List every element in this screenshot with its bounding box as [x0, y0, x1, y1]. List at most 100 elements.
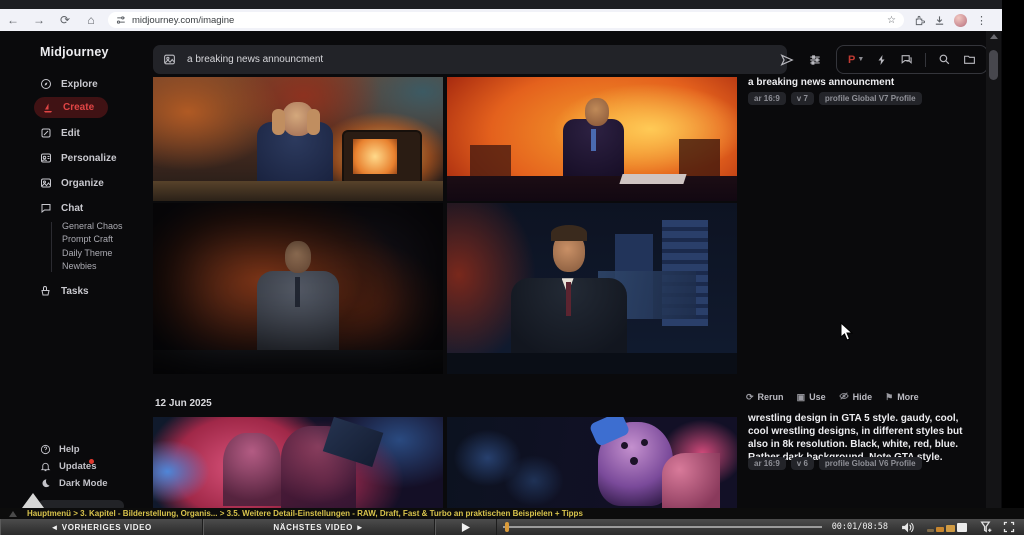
- more-flag-icon: ⚑: [885, 392, 893, 403]
- vignette: [153, 203, 443, 374]
- pencil-icon: [40, 127, 52, 139]
- hide-button[interactable]: Hide: [839, 391, 873, 403]
- submit-icon[interactable]: [780, 53, 794, 67]
- compass-icon: [40, 78, 52, 90]
- tie-shape: [591, 129, 596, 151]
- desk-shape: [447, 176, 737, 201]
- tag-version: v 7: [791, 92, 814, 105]
- wrestler-shape: [223, 433, 281, 506]
- settings-sliders-icon[interactable]: [808, 53, 822, 67]
- tasks-icon: [40, 285, 52, 297]
- sidebar-item-create[interactable]: Create: [34, 97, 108, 118]
- player-peek-arrow[interactable]: [22, 493, 44, 508]
- moon-icon: [40, 478, 51, 489]
- url-bar[interactable]: midjourney.com/imagine ☆: [108, 12, 904, 28]
- help-icon: [40, 444, 51, 455]
- app-logo[interactable]: Midjourney: [40, 45, 109, 59]
- sidebar-item-explore[interactable]: Explore: [40, 76, 98, 92]
- rerun-button[interactable]: ⟳ Rerun: [746, 392, 784, 403]
- shoulder-shape: [662, 453, 720, 508]
- burning-building-shape: [470, 145, 511, 180]
- seek-bar[interactable]: [497, 519, 825, 535]
- browser-window: ← → ⟳ ⌂ midjourney.com/imagine ☆ ⋮ Midjo: [0, 0, 1002, 508]
- volume-speaker-icon[interactable]: [896, 522, 919, 533]
- tie-shape: [566, 282, 571, 316]
- avatar[interactable]: [954, 14, 967, 27]
- divider: [925, 53, 926, 67]
- quick-tools-group: P ▼: [836, 45, 988, 74]
- prompt-input[interactable]: [185, 53, 777, 66]
- breadcrumb-arrow-icon: [9, 511, 17, 517]
- job-actions: ⟳ Rerun ▣ Use Hide ⚑ More: [746, 391, 919, 403]
- hand-shape: [272, 109, 285, 135]
- scrollbar-up-arrow[interactable]: [990, 34, 998, 39]
- tag-version: v 6: [791, 457, 814, 470]
- feedback-chat-icon[interactable]: [900, 53, 913, 66]
- gallery-icon: [40, 177, 52, 189]
- use-button[interactable]: ▣ Use: [797, 392, 826, 403]
- fullscreen-icon[interactable]: [998, 521, 1020, 533]
- tag-profile: profile Global V7 Profile: [819, 92, 922, 105]
- channel-newbies[interactable]: Newbies: [62, 261, 97, 271]
- breadcrumb-text: Hauptmenü > 3. Kapitel - Bilderstellung,…: [27, 509, 583, 518]
- more-button[interactable]: ⚑ More: [885, 392, 919, 403]
- sidebar-item-chat[interactable]: Chat: [40, 200, 83, 216]
- sidebar-item-edit[interactable]: Edit: [40, 125, 80, 141]
- page-scrollbar[interactable]: [986, 31, 1001, 508]
- chrome-menu-icon[interactable]: ⋮: [976, 14, 987, 27]
- feed-date-label: 12 Jun 2025: [155, 398, 212, 409]
- hide-eye-icon: [839, 391, 849, 403]
- chevron-down-icon: ▼: [857, 56, 864, 63]
- reload-icon[interactable]: ⟳: [52, 13, 78, 27]
- next-video-button[interactable]: NÄCHSTES VIDEO ►: [203, 519, 435, 535]
- burning-building-shape: [679, 139, 720, 179]
- scrollbar-thumb[interactable]: [989, 50, 998, 80]
- bookmark-star-icon[interactable]: ☆: [887, 15, 896, 26]
- sidebar-item-tasks[interactable]: Tasks: [40, 283, 89, 299]
- sidebar-item-dark-mode[interactable]: Dark Mode: [40, 478, 108, 489]
- player-controls: ◄ VORHERIGES VIDEO NÄCHSTES VIDEO ► 00:0…: [0, 519, 1024, 535]
- extensions-icon[interactable]: [914, 15, 925, 26]
- sidebar-item-personalize[interactable]: Personalize: [40, 150, 117, 166]
- home-icon[interactable]: ⌂: [78, 13, 104, 27]
- generated-image-dark-standing-anchor[interactable]: [153, 203, 443, 374]
- channel-tree-line: [51, 222, 52, 272]
- bell-icon: [40, 461, 51, 472]
- seek-playhead[interactable]: [505, 522, 509, 532]
- figure-head-shape: [585, 98, 609, 126]
- generated-image-wrestlers[interactable]: [153, 417, 443, 508]
- generated-image-fire-anchor[interactable]: [447, 77, 737, 201]
- volume-level-bars[interactable]: [927, 522, 967, 532]
- play-icon: [461, 523, 470, 532]
- download-icon[interactable]: [934, 15, 945, 26]
- play-button[interactable]: [435, 519, 497, 535]
- site-settings-icon: [116, 15, 126, 25]
- seek-track: [503, 526, 821, 528]
- tag-profile: profile Global V6 Profile: [819, 457, 922, 470]
- filter-quality-icon[interactable]: [975, 521, 998, 533]
- channel-daily-theme[interactable]: Daily Theme: [62, 248, 112, 258]
- search-icon[interactable]: [938, 53, 951, 66]
- tv-screen-shape: [353, 139, 397, 174]
- job-prompt-text[interactable]: a breaking news announcment: [748, 76, 980, 89]
- turbo-bolt-icon[interactable]: [876, 54, 888, 66]
- player-breadcrumb-bar[interactable]: Hauptmenü > 3. Kapitel - Bilderstellung,…: [0, 508, 1024, 519]
- channel-prompt-craft[interactable]: Prompt Craft: [62, 234, 113, 244]
- mask-hole-shape: [630, 457, 638, 465]
- forward-icon[interactable]: →: [26, 13, 52, 27]
- personalize-profile-button[interactable]: P ▼: [848, 54, 864, 66]
- generated-image-shocked-anchor[interactable]: [153, 77, 443, 201]
- midjourney-page: Midjourney Explore Create Edit Per: [0, 31, 1002, 508]
- sidebar-footer-pill: [38, 500, 124, 508]
- job-tags: ar 16:9 v 7 profile Global V7 Profile: [748, 92, 922, 105]
- channel-general-chaos[interactable]: General Chaos: [62, 221, 123, 231]
- folder-icon[interactable]: [963, 53, 976, 66]
- sidebar-item-organize[interactable]: Organize: [40, 175, 104, 191]
- generated-image-masked-wrestler[interactable]: [447, 417, 737, 508]
- sidebar-item-updates[interactable]: Updates: [40, 461, 96, 472]
- generated-image-city-anchor[interactable]: [447, 203, 737, 374]
- back-icon[interactable]: ←: [0, 13, 26, 27]
- previous-video-button[interactable]: ◄ VORHERIGES VIDEO: [0, 519, 203, 535]
- hair-shape: [551, 225, 587, 241]
- sidebar-item-help[interactable]: Help: [40, 444, 80, 455]
